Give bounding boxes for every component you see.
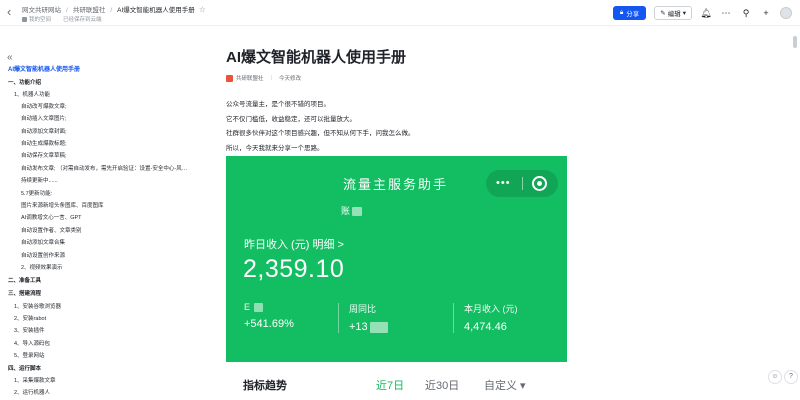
edit-label: 编辑	[667, 11, 681, 18]
search-icon[interactable]: ⚲	[740, 7, 752, 19]
trend-panel: 指标趋势 近7日 近30日 自定义 ▾	[226, 362, 567, 400]
more-dots-icon[interactable]: •••	[496, 177, 511, 189]
help-icon[interactable]: ?	[784, 370, 798, 384]
space-icon	[22, 17, 27, 22]
lock-icon: 🔒︎	[619, 9, 624, 16]
save-status: 已经保存到云端	[63, 17, 102, 23]
stat-label: E	[244, 302, 251, 312]
toc-item[interactable]: 二、准备工具	[8, 278, 41, 285]
page-title: AI爆文智能机器人使用手册	[226, 49, 407, 66]
yesterday-income-value: 2,359.10	[243, 255, 345, 283]
yesterday-income-label[interactable]: 昨日收入 (元) 明细 >	[244, 236, 344, 252]
top-bar: ‹ 网文共研网站 / 共研联盟社 / AI爆文智能机器人使用手册 ☆ 我的空间 已经保存到云…	[0, 0, 800, 26]
toc-item[interactable]: AI调教增文心一言、GPT	[21, 215, 82, 222]
toc-item[interactable]: 自动保存文章草稿;	[21, 153, 67, 160]
scrollbar-thumb[interactable]	[793, 36, 797, 48]
embedded-screenshot[interactable]: 流量主服务助手 账 ••• 昨日收入 (元) 明细 > 2,359.10 E +…	[226, 156, 567, 400]
blurred-text	[352, 207, 363, 217]
toc-item[interactable]: 自动生成爆款标题;	[21, 141, 67, 148]
toc-item[interactable]: 持续更新中......	[21, 178, 58, 185]
modified-time: 今天修改	[278, 76, 301, 82]
edit-mode-button[interactable]: ✎ 编辑 ▾	[654, 6, 692, 20]
collapse-outline-icon[interactable]: «	[7, 52, 13, 63]
blurred-text	[254, 303, 264, 313]
avatar[interactable]	[780, 7, 792, 19]
screenshot-title: 流量主服务助手	[343, 177, 449, 192]
toc-item[interactable]: 图片来源新增头条图库、百度图库	[21, 203, 104, 210]
author-icon	[226, 74, 233, 82]
close-target-icon[interactable]	[532, 176, 547, 191]
toc-item[interactable]: 四、运行脚本	[8, 366, 41, 373]
toc-item[interactable]: 2、视频效果演示	[21, 265, 63, 272]
stat-label: 本月收入 (元)	[464, 304, 518, 314]
miniapp-capsule[interactable]: •••	[486, 170, 558, 197]
stat-label: 周同比	[349, 304, 377, 314]
toc-item[interactable]: 自动插入文章图片;	[21, 116, 67, 123]
breadcrumb-item[interactable]: 共研联盟社	[73, 4, 106, 14]
paragraph: 所以，今天我就来分享一个思路。	[226, 145, 324, 152]
toc-title[interactable]: AI爆文智能机器人使用手册	[8, 67, 80, 74]
author-name[interactable]: 共研联盟社	[236, 74, 264, 82]
scrollbar[interactable]	[792, 28, 798, 400]
space-label[interactable]: 我的空间	[29, 17, 51, 23]
screenshot-account: 账	[341, 204, 363, 217]
toc-item[interactable]: 自动发布文章; （对需自动发布，需先开启验证：设置-安全中心-风…	[21, 166, 187, 173]
breadcrumb-current: AI爆文智能机器人使用手册	[117, 7, 195, 14]
toc-item[interactable]: 一、功能介绍	[8, 80, 41, 87]
paragraph: 它不仅门槛低，收益稳定，还可以批量放大。	[226, 116, 356, 123]
filter-7d[interactable]: 近7日	[376, 377, 404, 393]
toc-item[interactable]: 5、登录网站	[14, 353, 45, 360]
toc-item[interactable]: 自动添加文章合集	[21, 240, 65, 247]
toc-item[interactable]: 自动设置作者、文章类别	[21, 228, 82, 235]
stat-value: +13	[349, 321, 368, 333]
paragraph: 公众号流量主，是个很不错的项目。	[226, 101, 330, 108]
toc-item[interactable]: 4、导入源码包	[14, 341, 50, 348]
stat-day: E +541.69%	[244, 302, 294, 330]
star-icon[interactable]: ☆	[199, 5, 206, 14]
account-label: 账	[341, 206, 351, 216]
toc-item[interactable]: 自动添加文章封面;	[21, 129, 67, 136]
smile-icon[interactable]: ☺	[768, 370, 782, 384]
pencil-icon: ✎	[660, 10, 666, 17]
plus-icon[interactable]: +	[760, 7, 772, 19]
share-label: 分享	[626, 11, 640, 18]
toc-item[interactable]: 5.7更新功能:	[21, 191, 52, 198]
share-button[interactable]: 🔒︎ 分享	[612, 6, 647, 20]
bell-icon[interactable]: 🔔︎	[700, 7, 712, 19]
toc-item[interactable]: 3、安装插件	[14, 328, 45, 335]
back-icon[interactable]: ‹	[7, 5, 17, 19]
toc-item[interactable]: 1、安装谷歌浏览器	[14, 304, 61, 311]
filter-30d[interactable]: 近30日	[425, 377, 459, 393]
toc-item[interactable]: 1、机器人功能	[14, 92, 50, 99]
stat-month: 本月收入 (元) 4,474.46	[464, 302, 518, 333]
chevron-down-icon: ▾	[682, 10, 686, 17]
stat-week: 周同比 +13	[349, 302, 388, 333]
trend-title: 指标趋势	[243, 380, 287, 392]
toc-item[interactable]: 2、安装rabot	[14, 316, 46, 323]
filter-custom[interactable]: 自定义 ▾	[484, 377, 526, 393]
toc-item[interactable]: 1、采集爆款文章	[14, 378, 56, 385]
breadcrumb: 网文共研网站 / 共研联盟社 / AI爆文智能机器人使用手册 ☆	[22, 4, 206, 14]
paragraph: 社群很多伙伴对这个项目感兴趣，但不知从何下手，问我怎么做。	[226, 130, 415, 137]
stat-value: 4,474.46	[464, 321, 507, 333]
toc-item[interactable]: 自动改写爆款文章;	[21, 104, 67, 111]
blurred-text	[369, 321, 388, 333]
more-icon[interactable]: ⋯	[720, 7, 732, 19]
toc-item[interactable]: 2、运行机器人	[14, 390, 50, 397]
stat-value: +541.69%	[244, 318, 294, 331]
toc-item[interactable]: 三、搭建流程	[8, 291, 41, 298]
doc-meta: 共研联盟社 | 今天修改	[226, 74, 301, 82]
doc-location: 我的空间 已经保存到云端	[22, 15, 102, 23]
toc-item[interactable]: 自动设置创作来源	[21, 253, 65, 260]
breadcrumb-item[interactable]: 网文共研网站	[22, 4, 61, 14]
